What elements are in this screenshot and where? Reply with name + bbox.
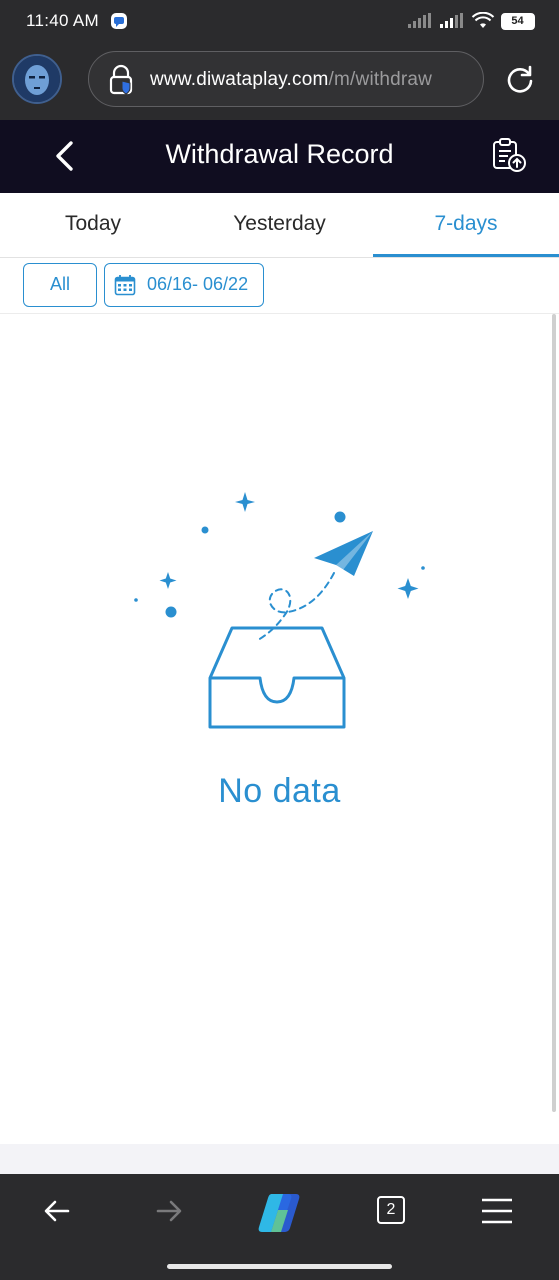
signal-icon: [408, 13, 431, 28]
wifi-icon: [471, 12, 495, 28]
filter-row: All 06/16- 06/22: [0, 258, 559, 314]
lock-icon[interactable]: [105, 64, 137, 96]
battery-level: 54: [511, 14, 524, 27]
period-tabs: Today Yesterday 7-days: [0, 193, 559, 258]
back-arrow-icon[interactable]: [42, 1196, 72, 1226]
menu-icon[interactable]: [481, 1196, 513, 1226]
tab-yesterday[interactable]: Yesterday: [186, 193, 373, 257]
tab-7-days[interactable]: 7-days: [373, 193, 559, 257]
status-filter-button[interactable]: All: [23, 263, 97, 307]
avatar[interactable]: [12, 54, 62, 104]
battery-icon: 54: [501, 12, 535, 30]
browser-address-bar: www.diwataplay.com/m/withdraw: [0, 42, 559, 120]
forward-arrow-icon[interactable]: [154, 1196, 184, 1226]
reload-icon[interactable]: [504, 64, 536, 96]
page-footer: [0, 1144, 559, 1174]
status-bar: 11:40 AM 54: [0, 0, 559, 42]
url-host: www.diwataplay.com: [150, 69, 329, 90]
copilot-icon[interactable]: [254, 1188, 304, 1238]
browser-bottom-nav: 2: [0, 1174, 559, 1280]
date-range-button[interactable]: 06/16- 06/22: [104, 263, 264, 307]
signal-icon: [440, 13, 463, 28]
page-title: Withdrawal Record: [165, 139, 394, 169]
empty-state-message: No data: [218, 772, 341, 810]
empty-inbox-paper-plane-icon: [134, 492, 425, 729]
calendar-icon: [114, 275, 136, 296]
status-time: 11:40 AM: [26, 11, 99, 30]
tabs-button[interactable]: 2: [377, 1196, 405, 1224]
scrollbar[interactable]: [552, 314, 556, 1112]
notification-icon: [111, 13, 127, 29]
url-bar[interactable]: www.diwataplay.com/m/withdraw: [88, 51, 484, 107]
app-header: Withdrawal Record: [0, 120, 559, 193]
url-path: /m/withdraw: [328, 69, 433, 90]
clipboard-upload-icon[interactable]: [490, 136, 528, 174]
status-indicators: 54: [407, 10, 535, 32]
url-text[interactable]: www.diwataplay.com/m/withdraw: [150, 69, 432, 91]
home-indicator[interactable]: [167, 1264, 392, 1269]
tab-today[interactable]: Today: [0, 193, 186, 257]
date-range-text: 06/16- 06/22: [147, 274, 249, 294]
